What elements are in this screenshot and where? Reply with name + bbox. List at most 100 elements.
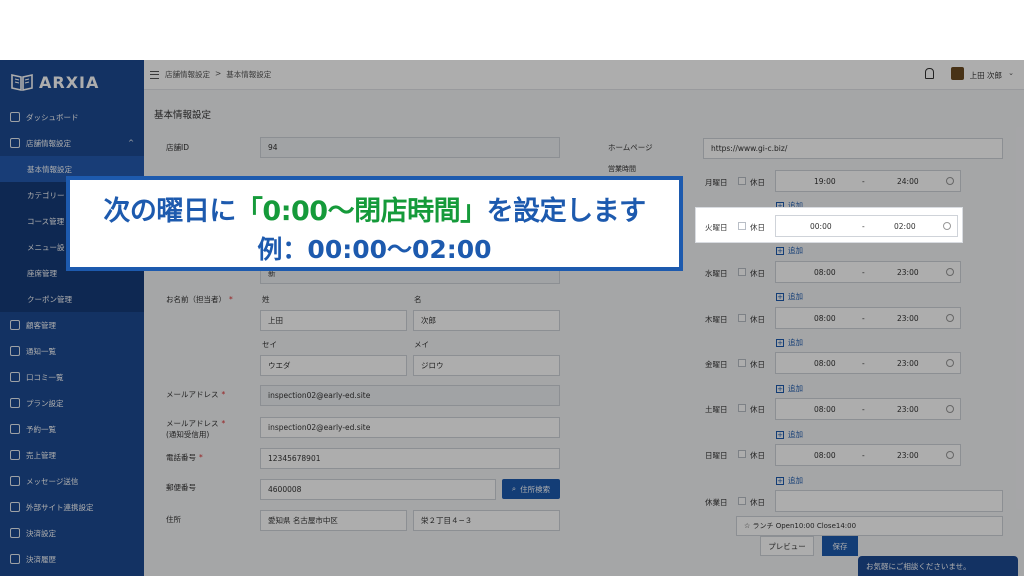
sidebar-item-external-sites[interactable]: 外部サイト連携設定 — [0, 494, 144, 520]
sidebar-item-shop-settings[interactable]: 店舗情報設定 ^ — [0, 130, 144, 156]
user-name[interactable]: 上田 次郎 — [970, 70, 1002, 81]
sidebar-item-messages[interactable]: メッセージ送信 — [0, 468, 144, 494]
time-range-input[interactable]: 08:00 - 23:00 — [775, 261, 961, 283]
holiday-label: 休日 — [750, 223, 765, 232]
open-time: 08:00 — [814, 405, 836, 414]
memo-field[interactable]: ☆ ランチ Open10:00 Close14:00 — [736, 516, 1003, 536]
sidebar-item-label: カテゴリー — [27, 190, 65, 200]
sidebar-item-payment-history[interactable]: 決済履歴 — [0, 546, 144, 572]
phone-field[interactable]: 12345678901 — [260, 448, 560, 469]
menu-icon[interactable] — [150, 70, 159, 79]
time-range-input[interactable]: 08:00 - 23:00 — [775, 352, 961, 374]
zip-label: 郵便番号 — [166, 483, 196, 492]
book-logo-icon — [11, 74, 33, 91]
address-label: 住所 — [166, 515, 181, 524]
add-hours-button[interactable]: + 追加 — [776, 383, 803, 394]
sidebar-subitem-coupon[interactable]: クーポン管理 — [0, 286, 144, 312]
sidebar-item-plans[interactable]: プラン設定 — [0, 390, 144, 416]
address-field-1[interactable]: 愛知県 名古屋市中区 — [260, 510, 407, 531]
bell-icon[interactable] — [925, 68, 934, 79]
sidebar-item-sales[interactable]: 売上管理 — [0, 442, 144, 468]
time-separator: - — [862, 177, 865, 186]
brand-name: ARXIA — [39, 72, 100, 92]
time-separator: - — [862, 451, 865, 460]
sidebar-item-dashboard[interactable]: ダッシュボード — [0, 104, 144, 130]
search-icon: ⌕ — [511, 484, 517, 493]
preview-button[interactable]: プレビュー — [760, 536, 814, 556]
sei-field[interactable]: 上田 — [260, 310, 407, 331]
holiday-checkbox[interactable] — [738, 222, 746, 230]
time-range-input[interactable]: 08:00 - 23:00 — [775, 307, 961, 329]
homepage-field[interactable]: https://www.gi-c.biz/ — [703, 138, 1003, 159]
mei-kana-field[interactable]: ジロウ — [413, 355, 560, 376]
holiday-checkbox[interactable] — [738, 268, 746, 276]
notification-icon — [10, 346, 20, 356]
holiday-checkbox[interactable] — [738, 177, 746, 185]
time-range-input[interactable]: 19:00 - 24:00 — [775, 170, 961, 192]
contact-label-text: お名前（担当者） — [166, 295, 226, 304]
sidebar-item-reservations[interactable]: 予約一覧 — [0, 416, 144, 442]
address-field-2[interactable]: 栄２丁目４−３ — [413, 510, 560, 531]
holiday-checkbox[interactable] — [738, 450, 746, 458]
open-time: 08:00 — [814, 451, 836, 460]
sidebar-item-payment-settings[interactable]: 決済設定 — [0, 520, 144, 546]
holiday-checkbox[interactable] — [738, 314, 746, 322]
contact-label: お名前（担当者） * — [166, 294, 233, 305]
add-hours-button[interactable]: + 追加 — [776, 337, 803, 348]
time-range-input[interactable]: 00:00 - 02:00 — [775, 215, 958, 237]
time-separator: - — [862, 222, 865, 231]
sidebar-item-customers[interactable]: 顧客管理 — [0, 312, 144, 338]
time-separator: - — [862, 359, 865, 368]
breadcrumb-shop-settings[interactable]: 店舗情報設定 — [165, 69, 210, 80]
time-range-input[interactable]: 08:00 - 23:00 — [775, 398, 961, 420]
closed-days-field[interactable] — [775, 490, 1003, 512]
review-icon — [10, 372, 20, 382]
shop-id-field: 94 — [260, 137, 560, 158]
shop-id-label: 店舗ID — [166, 143, 189, 152]
add-hours-button[interactable]: + 追加 — [776, 245, 803, 256]
sidebar-item-label: ダッシュボード — [26, 112, 79, 122]
plus-icon: + — [776, 246, 784, 255]
email-notify-label: メールアドレス * — [166, 418, 225, 429]
customers-icon — [10, 320, 20, 330]
highlighted-day-row-tue: 火曜日 休日 00:00 - 02:00 — [695, 207, 963, 243]
breadcrumb-basic-info: 基本情報設定 — [226, 70, 272, 79]
add-label: 追加 — [788, 338, 803, 347]
holiday-checkbox[interactable] — [738, 359, 746, 367]
chat-support-tab[interactable]: お気軽にご相談くださいませ。 — [858, 556, 1018, 576]
add-hours-button[interactable]: + 追加 — [776, 429, 803, 440]
address-search-button[interactable]: ⌕ 住所検索 — [502, 479, 560, 499]
zip-field[interactable]: 4600008 — [260, 479, 496, 500]
sidebar-item-label: 決済履歴 — [26, 554, 56, 564]
add-label: 追加 — [788, 246, 803, 255]
closed-days-checkbox[interactable] — [738, 497, 746, 505]
sei-kana-label: セイ — [262, 340, 277, 349]
time-range-input[interactable]: 08:00 - 23:00 — [775, 444, 961, 466]
holiday-checkbox[interactable] — [738, 404, 746, 412]
holiday-label: 休日 — [750, 405, 765, 414]
brand: ARXIA — [0, 60, 144, 104]
open-time: 19:00 — [814, 177, 836, 186]
chevron-down-icon[interactable]: ⌄ — [1008, 69, 1014, 77]
save-button[interactable]: 保存 — [822, 536, 858, 556]
time-separator: - — [862, 405, 865, 414]
sidebar-item-label: 売上管理 — [26, 450, 56, 460]
plus-icon: + — [776, 384, 784, 393]
required-mark: * — [221, 390, 226, 399]
add-hours-button[interactable]: + 追加 — [776, 291, 803, 302]
app-window: ARXIA ダッシュボード 店舗情報設定 ^ 基本情報設定 カテゴリー コース管理… — [0, 60, 1024, 576]
required-mark: * — [199, 453, 203, 462]
sidebar-item-notifications[interactable]: 通知一覧 — [0, 338, 144, 364]
calendar-icon — [10, 424, 20, 434]
clock-icon — [946, 451, 954, 459]
sidebar-item-label: 決済設定 — [26, 528, 56, 538]
avatar[interactable] — [951, 67, 964, 80]
email-notify-field[interactable]: inspection02@early-ed.site — [260, 417, 560, 438]
close-time: 02:00 — [894, 222, 916, 231]
add-hours-button[interactable]: + 追加 — [776, 475, 803, 486]
sidebar-item-reviews[interactable]: 口コミ一覧 — [0, 364, 144, 390]
mei-field[interactable]: 次郎 — [413, 310, 560, 331]
add-label: 追加 — [788, 476, 803, 485]
sei-kana-field[interactable]: ウエダ — [260, 355, 407, 376]
instruction-text-c: を設定します — [486, 196, 647, 227]
